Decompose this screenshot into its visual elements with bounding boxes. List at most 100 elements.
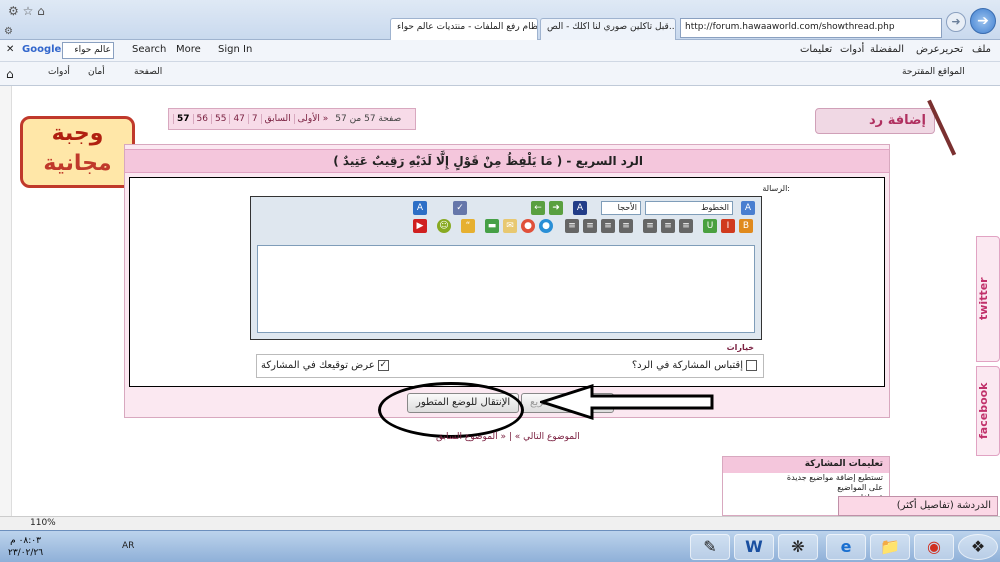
tab-current[interactable]: قبل تاكلين صوري لنا اكلك - الص... xyxy=(540,18,676,40)
page-link[interactable]: 56 xyxy=(192,114,211,124)
quote-icon[interactable]: “ xyxy=(461,219,475,233)
underline-icon[interactable]: U xyxy=(703,219,717,233)
cmd-tools[interactable]: أدوات xyxy=(48,67,70,77)
bold-icon[interactable]: B xyxy=(739,219,753,233)
paint-icon[interactable]: ✎ xyxy=(690,534,730,560)
more-button[interactable]: More xyxy=(176,44,201,55)
link-icon[interactable]: ● xyxy=(539,219,553,233)
message-textarea[interactable] xyxy=(257,245,755,333)
google-search-input[interactable]: عالم حواء xyxy=(62,42,114,59)
taskbar: ٠٨:٠٣ م ٢٣/٠٢/٢٦ AR ✎ W ❋ e 📁 ◉ ❖ xyxy=(0,530,1000,562)
highlight-circle xyxy=(378,382,524,438)
clock: ٠٨:٠٣ م ٢٣/٠٢/٢٦ xyxy=(8,536,44,558)
explorer-icon[interactable]: 📁 xyxy=(870,534,910,560)
chrome-icon[interactable]: ◉ xyxy=(914,534,954,560)
thread-navigation: الموضوع التالي » | « الموضوع السابق xyxy=(436,432,580,442)
menu-tools[interactable]: أدوات xyxy=(840,44,864,55)
home-icon[interactable]: ⌂ xyxy=(6,67,14,81)
editor-toolbar-2: B I U ≡ ≡ ≡ ≡ ≡ ≡ ≡ ● ● ✉ ▬ “ ☺ ▶ xyxy=(255,219,755,235)
indent-icon[interactable]: ≡ xyxy=(583,219,597,233)
status-bar: 110% xyxy=(0,516,1000,530)
zoom-level[interactable]: 110% xyxy=(30,518,56,528)
search-button[interactable]: Search xyxy=(132,44,166,55)
font-select[interactable]: الخطوط xyxy=(645,201,733,215)
youtube-icon[interactable]: ▶ xyxy=(413,219,427,233)
signin-button[interactable]: Sign In xyxy=(218,44,252,55)
page-link[interactable]: 55 xyxy=(210,114,229,124)
list-icon[interactable]: ≡ xyxy=(619,219,633,233)
image-icon[interactable]: ▬ xyxy=(485,219,499,233)
align-left-icon[interactable]: ≡ xyxy=(643,219,657,233)
close-icon[interactable]: ✕ xyxy=(6,44,14,55)
editor-toolbar-1: A الخطوط الأحجا A ➜ ← ✓ A xyxy=(255,201,755,217)
tab-upload[interactable]: نظام رفع الملفات - منتديات عالم حواء xyxy=(390,18,538,40)
cmd-page[interactable]: الصفحة xyxy=(134,67,162,77)
menu-bar: ملف تحرير عرض المفضلة أدوات تعليمات ✕ Go… xyxy=(0,40,1000,62)
switch-mode-icon[interactable]: A xyxy=(413,201,427,215)
menu-file[interactable]: ملف xyxy=(972,44,991,55)
menu-view[interactable]: عرض xyxy=(916,44,940,55)
facebook-tab[interactable]: facebook xyxy=(976,366,1000,456)
page-label: صفحة 57 من 57 xyxy=(335,114,402,124)
chat-box[interactable]: الدردشة (تفاصيل أكثر) xyxy=(838,496,998,516)
clear-format-icon[interactable]: A xyxy=(741,201,755,215)
menu-help[interactable]: تعليمات xyxy=(800,44,832,55)
start-icon[interactable]: ❖ xyxy=(958,534,998,560)
page-link[interactable]: 47 xyxy=(229,114,247,124)
ie-icon[interactable]: e xyxy=(826,534,866,560)
redo-icon[interactable]: ➜ xyxy=(549,201,563,215)
quick-reply-body: الرسالة: A الخطوط الأحجا A ➜ ← ✓ A B I U… xyxy=(129,177,885,387)
signature-checkbox[interactable]: ✓ xyxy=(377,360,389,371)
command-bar: المواقع المقترحة الصفحة أمان أدوات ⌂ xyxy=(0,62,1000,86)
word-icon[interactable]: W xyxy=(734,534,774,560)
pagination: صفحة 57 من 57 « الأولى السابق 7 47 55 56… xyxy=(168,108,416,130)
rules-title: تعليمات المشاركة xyxy=(723,457,889,473)
size-select[interactable]: الأحجا xyxy=(601,201,641,215)
google-logo: Google xyxy=(22,44,62,55)
forum-page: صفحة 57 من 57 « الأولى السابق 7 47 55 56… xyxy=(0,84,1000,516)
unlink-icon[interactable]: ● xyxy=(521,219,535,233)
suggested-sites[interactable]: المواقع المقترحة xyxy=(902,67,965,77)
page-link[interactable]: 7 xyxy=(247,114,261,124)
font-color-icon[interactable]: A xyxy=(573,201,587,215)
window-icons: ⚙ ☆ ⌂ xyxy=(8,4,45,18)
back-button[interactable]: ➔ xyxy=(970,8,996,34)
message-label: الرسالة: xyxy=(762,184,790,193)
quote-checkbox[interactable] xyxy=(746,360,757,371)
align-center-icon[interactable]: ≡ xyxy=(661,219,675,233)
signature-option[interactable]: عرض توقيعك في المشاركة ✓ xyxy=(261,360,389,371)
apps-icon[interactable]: ❋ xyxy=(778,534,818,560)
language-indicator[interactable]: AR xyxy=(122,541,134,551)
gear-icon[interactable]: ⚙ xyxy=(4,26,13,37)
outdent-icon[interactable]: ≡ xyxy=(565,219,579,233)
site-logo[interactable]: وجبة مجانية xyxy=(20,116,135,188)
cmd-safety[interactable]: أمان xyxy=(88,67,105,77)
next-thread-link[interactable]: الموضوع التالي » xyxy=(515,432,580,442)
address-bar[interactable]: http://forum.hawaaworld.com/showthread.p… xyxy=(680,18,942,38)
spellcheck-icon[interactable]: ✓ xyxy=(453,201,467,215)
page-current: 57 xyxy=(173,114,193,124)
quick-reply-panel: الرد السريع - ( مَا يَلْفِظُ مِنْ قَوْلٍ… xyxy=(124,144,890,418)
options-label: خيارات xyxy=(726,343,754,352)
rule-line: تستطيع إضافة مواضيع جديدة xyxy=(786,473,883,482)
page-first[interactable]: « الأولى xyxy=(293,114,332,124)
numbered-list-icon[interactable]: ≡ xyxy=(601,219,615,233)
quote-option[interactable]: إقتباس المشاركة في الرد؟ xyxy=(632,360,757,371)
message-editor: A الخطوط الأحجا A ➜ ← ✓ A B I U ≡ ≡ ≡ ≡ xyxy=(250,196,762,340)
prev-thread-link[interactable]: « الموضوع السابق xyxy=(436,432,506,442)
arrow-annotation xyxy=(540,384,714,421)
add-reply-button[interactable]: إضافة رد xyxy=(815,108,935,134)
rule-line: على المواضيع xyxy=(837,483,883,492)
align-right-icon[interactable]: ≡ xyxy=(679,219,693,233)
twitter-tab[interactable]: twitter xyxy=(976,236,1000,362)
email-icon[interactable]: ✉ xyxy=(503,219,517,233)
menu-edit[interactable]: تحرير xyxy=(940,44,963,55)
forward-button[interactable]: ➜ xyxy=(946,12,966,32)
left-scroll-edge xyxy=(0,86,12,516)
menu-favorites[interactable]: المفضلة xyxy=(870,44,904,55)
undo-icon[interactable]: ← xyxy=(531,201,545,215)
smiley-icon[interactable]: ☺ xyxy=(437,219,451,233)
page-prev[interactable]: السابق xyxy=(260,114,294,124)
italic-icon[interactable]: I xyxy=(721,219,735,233)
options-box: إقتباس المشاركة في الرد؟ عرض توقيعك في ا… xyxy=(256,354,764,378)
